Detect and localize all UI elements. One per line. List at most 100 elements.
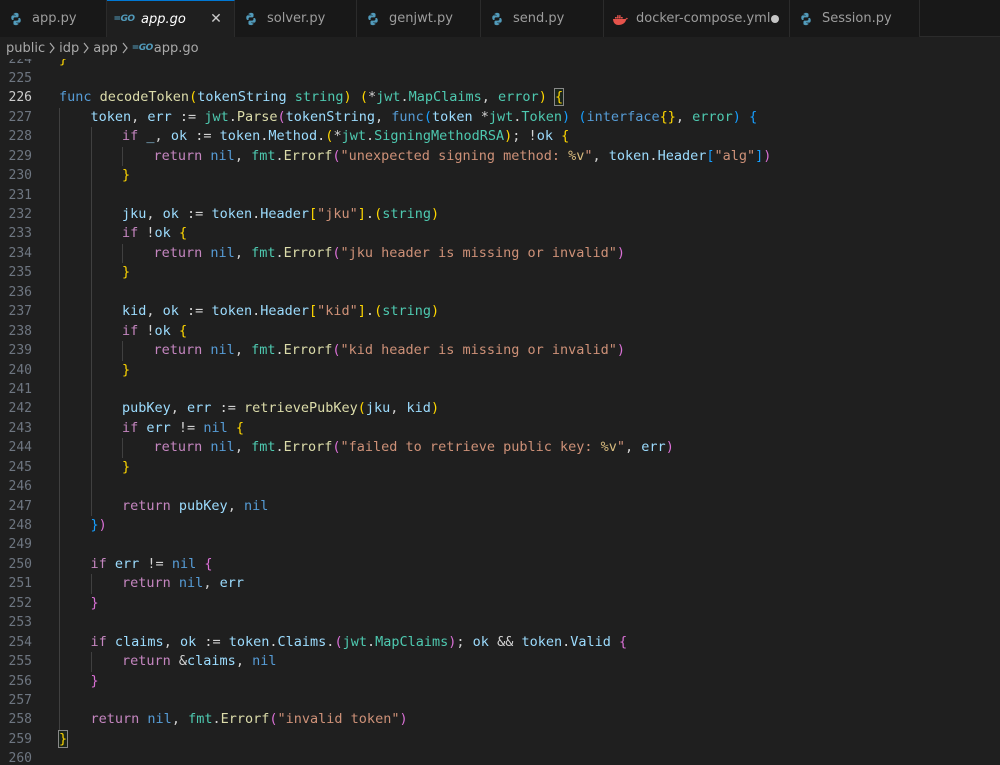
code-token: . — [366, 633, 376, 650]
code-line[interactable]: 240} — [0, 360, 1000, 380]
code-text: } — [122, 166, 130, 185]
code-token: " — [584, 147, 593, 164]
code-token: fmt — [251, 147, 276, 164]
close-icon[interactable]: ✕ — [208, 10, 224, 28]
code-line[interactable]: 247 return pubKey, nil — [0, 496, 1000, 516]
code-token: ! — [138, 225, 155, 242]
tab-genjwt-py[interactable]: genjwt.py — [357, 0, 481, 37]
code-token: Errorf — [283, 147, 333, 164]
code-line[interactable]: 231 — [0, 185, 1000, 205]
tab-session-py[interactable]: Session.py — [790, 0, 920, 37]
code-line[interactable]: 232 jku, ok := token.Header["jku"].(strin… — [0, 205, 1000, 225]
code-line[interactable]: 235} — [0, 263, 1000, 283]
code-token: , — [375, 108, 392, 125]
code-token: token — [219, 128, 261, 145]
code-line[interactable]: 229 return nil, fmt.Errorf("unexpected si… — [0, 146, 1000, 167]
code-line[interactable]: 233 if !ok { — [0, 224, 1000, 244]
code-line[interactable]: 236 — [0, 282, 1000, 303]
indent-guide — [122, 341, 123, 361]
indent-guide — [59, 690, 60, 711]
code-token: , — [234, 439, 252, 456]
breadcrumb-item-app[interactable]: app — [93, 41, 117, 56]
code-line[interactable]: 243 if err != nil { — [0, 418, 1000, 439]
code-token: fmt — [251, 342, 276, 359]
code-token: Header — [657, 147, 707, 164]
code-line[interactable]: 250 if err != nil { — [0, 554, 1000, 575]
code-line[interactable]: 253 — [0, 613, 1000, 633]
code-line[interactable]: 246 — [0, 477, 1000, 497]
code-line[interactable]: 228 if _, ok := token.Method.(*jwt.Signin… — [0, 127, 1000, 147]
code-line[interactable]: 249 — [0, 535, 1000, 555]
tab-app-go[interactable]: =GO app.go ✕ — [107, 0, 235, 37]
code-token: "unexpected signing method: — [340, 147, 569, 164]
line-number: 243 — [8, 420, 32, 436]
line-number: 252 — [8, 595, 32, 611]
code-token: func — [391, 108, 424, 125]
indent-guide — [90, 496, 92, 516]
code-token: Errorf — [283, 439, 333, 456]
breadcrumb-item-public[interactable]: public — [6, 41, 45, 56]
code-line[interactable]: 248}) — [0, 516, 1000, 536]
code-line[interactable]: 226 func decodeToken(tokenString string) … — [0, 88, 1000, 107]
code-line[interactable]: 257 — [0, 690, 1000, 711]
code-line[interactable]: 259} — [0, 729, 1000, 749]
breadcrumb-item-app-go[interactable]: =GO app.go — [132, 41, 199, 56]
indent-guide — [59, 205, 60, 225]
code-token: %v — [568, 147, 585, 164]
code-line[interactable]: 234 return nil, fmt.Errorf("jku header is… — [0, 243, 1000, 264]
code-line[interactable]: 255 return &claims, nil — [0, 652, 1000, 672]
code-line[interactable]: 242 pubKey, err := retrievePubKey(jku, ki… — [0, 399, 1000, 419]
code-token: tokenString — [197, 89, 287, 106]
tab-send-py[interactable]: send.py — [481, 0, 604, 37]
tab-app-py[interactable]: app.py — [0, 0, 107, 37]
code-line[interactable]: 254 if claims, ok := token.Claims.(jwt.Ma… — [0, 632, 1000, 653]
code-line[interactable]: 241 — [0, 379, 1000, 400]
code-token: token — [521, 633, 563, 650]
code-line[interactable]: 237 kid, ok := token.Header["kid"].(strin… — [0, 302, 1000, 322]
code-token: ) — [616, 342, 626, 359]
code-token: err — [219, 575, 244, 592]
code-line[interactable]: 224} — [0, 59, 1000, 69]
code-line[interactable]: 239 return nil, fmt.Errorf("kid header is… — [0, 341, 1000, 361]
code-line[interactable]: 251 return nil, err — [0, 574, 1000, 594]
breadcrumb-item-idp[interactable]: idp — [59, 41, 79, 56]
indent-guide — [90, 399, 92, 419]
code-token: ok — [162, 303, 179, 320]
indent-guide — [90, 243, 92, 264]
code-line[interactable]: 230} — [0, 166, 1000, 186]
code-line[interactable]: 252} — [0, 593, 1000, 614]
code-token: "alg" — [714, 147, 756, 164]
code-line[interactable]: 225 — [0, 69, 1000, 88]
tab-bar: app.py =GO app.go ✕ solver.py genjwt.py send.p… — [0, 0, 1000, 37]
code-token: _ — [146, 128, 155, 145]
code-line[interactable]: 238 if !ok { — [0, 321, 1000, 342]
code-line[interactable]: 258 return nil, fmt.Errorf("invalid token… — [0, 710, 1000, 730]
code-token: nil — [203, 419, 228, 436]
python-icon — [365, 11, 381, 27]
code-line[interactable]: 256} — [0, 671, 1000, 691]
code-token: , — [592, 147, 609, 164]
indent-guide — [59, 535, 60, 555]
code-text: } — [57, 729, 69, 749]
code-token: ( — [332, 244, 341, 261]
code-token: ( — [374, 206, 383, 222]
tab-docker-compose-yml[interactable]: docker-compose.yml — [604, 0, 790, 37]
code-token: ok — [162, 206, 179, 222]
code-editor[interactable]: 224}225226func decodeToken(tokenString s… — [0, 59, 1000, 765]
unsaved-dot-icon[interactable] — [771, 15, 779, 23]
code-line[interactable]: 245} — [0, 457, 1000, 478]
code-token: } — [57, 729, 69, 748]
code-token: . — [365, 206, 375, 222]
code-token: ( — [359, 89, 368, 106]
code-text: }) — [91, 516, 107, 535]
indent-guide — [90, 302, 92, 322]
line-number: 245 — [8, 459, 32, 475]
code-line[interactable]: 260 — [0, 749, 1000, 765]
tab-solver-py[interactable]: solver.py — [235, 0, 357, 37]
code-line[interactable]: 227 token, err := jwt.Parse(tokenString, … — [0, 107, 1000, 128]
code-token: . — [365, 303, 375, 320]
code-token: "jku" — [317, 206, 358, 222]
code-line[interactable]: 244 return nil, fmt.Errorf("failed to ret… — [0, 438, 1000, 458]
